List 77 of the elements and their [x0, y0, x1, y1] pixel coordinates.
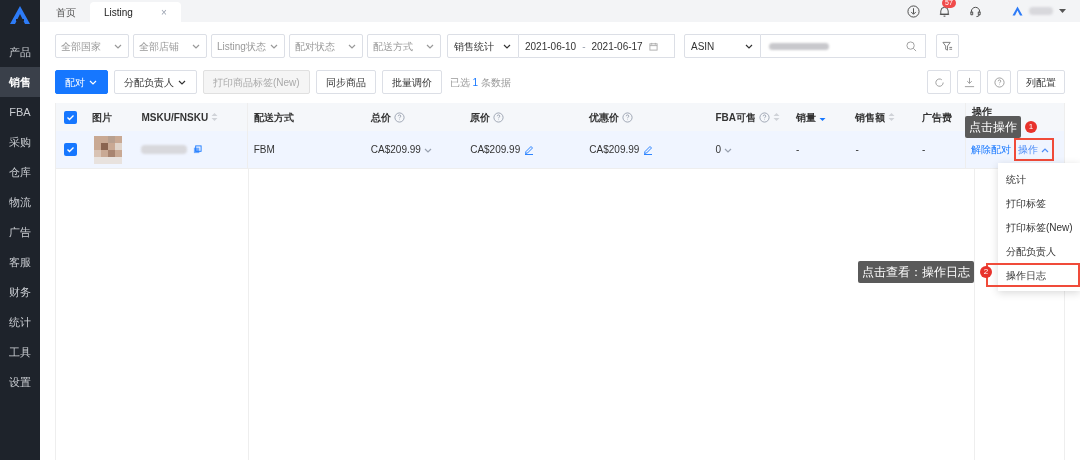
search-type-select[interactable]: ASIN — [684, 34, 761, 58]
tab[interactable]: Listing × — [90, 2, 181, 22]
search-field[interactable] — [761, 34, 926, 58]
sidebar-item[interactable]: 采购 — [0, 127, 40, 157]
logo-icon — [9, 5, 31, 25]
headset-icon[interactable] — [969, 4, 982, 18]
sidebar-item[interactable]: 产品 — [0, 37, 40, 67]
bell-icon[interactable] — [938, 4, 951, 18]
column-header: 销量 — [795, 110, 816, 125]
tooltip: 点击操作 — [965, 116, 1021, 138]
date-range-field[interactable]: 2021-06-10 - 2021-06-17 — [519, 34, 675, 58]
table-cell-text: 0 — [715, 143, 721, 157]
unpair-link[interactable]: 解除配对 — [970, 142, 1011, 157]
checkbox[interactable] — [64, 110, 78, 124]
help-icon — [622, 111, 634, 123]
table-cell: - — [855, 144, 859, 155]
table-cell-text: CA$209.99 — [589, 143, 640, 157]
redacted-sku — [141, 145, 188, 154]
filter-button[interactable] — [936, 34, 959, 58]
table-cell-text: CA$209.99 — [470, 143, 521, 157]
filter-icon — [942, 40, 953, 52]
column-header: 原价 — [470, 110, 491, 125]
table-cell: - — [795, 144, 800, 155]
help-icon — [993, 76, 1005, 88]
help-icon — [493, 111, 505, 123]
column-header: 销售额 — [855, 110, 886, 125]
sidebar-item[interactable]: 统计 — [0, 307, 40, 337]
help-icon — [759, 111, 770, 123]
column-header: 配送方式 — [253, 110, 294, 125]
tab[interactable]: 首页 — [42, 2, 90, 22]
column-header: 总价 — [370, 110, 391, 125]
sidebar-item[interactable]: 财务 — [0, 277, 40, 307]
tooltip: 点击查看：操作日志 — [858, 261, 974, 283]
column-header: 操作 — [971, 104, 992, 119]
download-icon — [963, 76, 975, 88]
action-button[interactable]: 同步商品 — [315, 70, 376, 94]
calendar-icon — [648, 41, 658, 51]
column-header: FBA可售 — [715, 110, 756, 125]
column-header: MSKU/FNSKU — [141, 110, 209, 125]
action-button[interactable]: 批量调价 — [381, 70, 442, 94]
menu-item[interactable]: 分配负责人 — [998, 239, 1080, 263]
menu-item[interactable]: 打印标签 — [998, 191, 1080, 215]
action-button[interactable]: 分配负责人 — [114, 70, 197, 94]
sidebar-item[interactable]: 工具 — [0, 337, 40, 367]
check-icon — [66, 145, 76, 154]
column-header: 优惠价 — [589, 110, 620, 125]
stat-select[interactable]: 销售统计 — [447, 34, 519, 58]
edit-icon[interactable] — [643, 144, 654, 155]
sidebar-item[interactable]: 设置 — [0, 367, 40, 397]
column-header: 图片 — [91, 110, 112, 125]
sidebar-item[interactable]: 广告 — [0, 217, 40, 247]
selection-count: 已选 1 条数据 — [449, 75, 511, 90]
help-button[interactable] — [987, 70, 1011, 94]
download-icon[interactable] — [907, 4, 920, 18]
table-cell: FBM — [253, 144, 275, 155]
search-icon[interactable] — [906, 40, 917, 52]
edit-icon[interactable] — [524, 144, 535, 155]
column-header: 广告费 — [922, 110, 952, 125]
column-config-button[interactable]: 列配置 — [1017, 70, 1065, 94]
sidebar-item[interactable]: FBA — [0, 97, 40, 127]
help-icon — [393, 111, 405, 123]
checkbox[interactable] — [64, 143, 78, 156]
caret-icon[interactable] — [1059, 8, 1066, 14]
action-button[interactable]: 配对 — [55, 70, 108, 94]
table-cell-text: - — [922, 143, 926, 157]
sidebar-item[interactable]: 仓库 — [0, 157, 40, 187]
export-button[interactable] — [957, 70, 981, 94]
sidebar-item[interactable]: 销售 — [0, 67, 40, 97]
check-icon — [66, 112, 76, 122]
sidebar-item[interactable]: 客服 — [0, 247, 40, 277]
sidebar-item[interactable]: 物流 — [0, 187, 40, 217]
menu-item[interactable]: 统计 — [998, 167, 1080, 191]
menu-item[interactable]: 打印标签(New) — [998, 215, 1080, 239]
refresh-icon — [933, 76, 945, 88]
table-cell-text: CA$209.99 — [370, 143, 421, 157]
logo-icon — [1012, 6, 1023, 16]
copy-icon[interactable] — [193, 145, 203, 154]
